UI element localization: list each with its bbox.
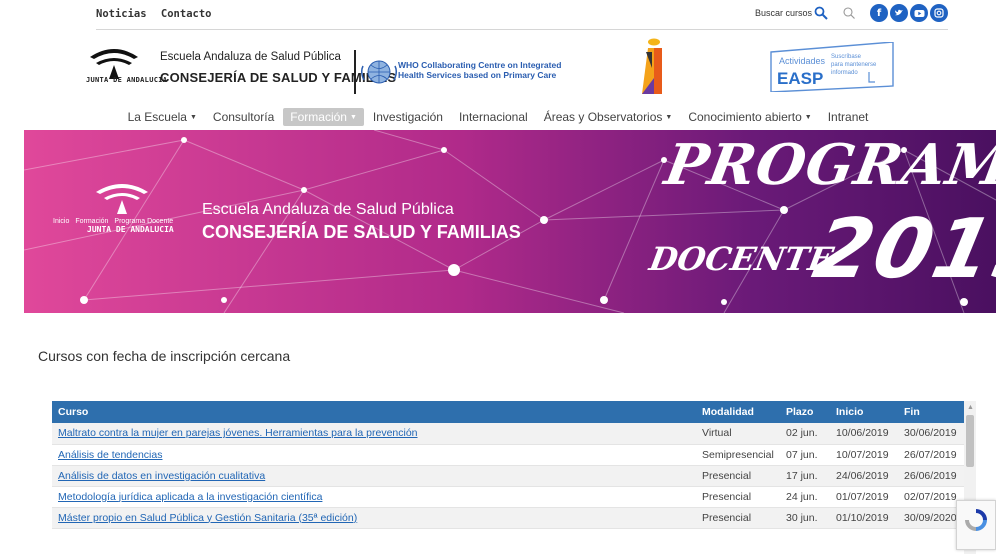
plazo-cell: 02 jun.	[780, 423, 830, 445]
logo-divider	[354, 50, 356, 94]
chevron-down-icon: ▼	[665, 114, 673, 122]
junta-text: JUNTA DE ANDALUCIA	[86, 76, 168, 84]
facebook-icon[interactable]: f	[870, 4, 888, 22]
course-link[interactable]: Análisis de tendencias	[58, 449, 162, 461]
course-link[interactable]: Análisis de datos en investigación cuali…	[58, 470, 265, 482]
banner-junta-text: JUNTA DE ANDALUCIA	[87, 225, 174, 234]
banner-consejeria: CONSEJERÍA DE SALUD Y FAMILIAS	[202, 222, 521, 242]
column-header-inicio[interactable]: Inicio	[830, 401, 898, 423]
svg-text:informado: informado	[831, 70, 858, 76]
plazo-cell: 07 jun.	[780, 444, 830, 466]
inicio-cell: 10/07/2019	[830, 444, 898, 466]
table-row: Maltrato contra la mujer en parejas jóve…	[52, 423, 964, 445]
breadcrumb: Inicio Formación Programa Docente	[53, 218, 173, 225]
table-row: Metodología jurídica aplicada a la inves…	[52, 486, 964, 508]
fin-cell: 26/06/2019	[898, 465, 964, 487]
column-header-curso[interactable]: Curso	[52, 401, 696, 423]
main-nav: La Escuela ▼ Consultoría Formación ▼ Inves…	[0, 106, 996, 128]
easp-label: EASP	[777, 69, 823, 88]
banner-escuela: Escuela Andaluza de Salud Pública	[202, 201, 454, 218]
modalidad-cell: Presencial	[696, 486, 780, 508]
nav-investigacion[interactable]: Investigación	[366, 108, 450, 126]
course-link[interactable]: Máster propio en Salud Pública y Gestión…	[58, 512, 357, 524]
link-noticias[interactable]: Noticias	[96, 8, 147, 20]
fin-cell: 02/07/2019	[898, 486, 964, 508]
nav-conocimiento-abierto[interactable]: Conocimiento abierto ▼	[681, 108, 818, 126]
search-courses-icon[interactable]	[814, 6, 828, 20]
nav-areas-observatorios[interactable]: Áreas y Observatorios ▼	[537, 108, 680, 126]
svg-text:Suscríbase: Suscríbase	[831, 54, 862, 60]
column-header-plazo[interactable]: Plazo	[780, 401, 830, 423]
instagram-icon[interactable]	[930, 4, 948, 22]
top-links: Noticias Contacto	[96, 8, 219, 20]
inicio-cell: 01/07/2019	[830, 486, 898, 508]
table-row: Máster propio en Salud Pública y Gestión…	[52, 507, 964, 529]
banner-year: 2019	[805, 202, 996, 297]
breadcrumb-inicio[interactable]: Inicio	[53, 218, 69, 225]
table-row: Análisis de datos en investigación cuali…	[52, 465, 964, 487]
modalidad-cell: Presencial	[696, 465, 780, 487]
search-courses-link[interactable]: Buscar cursos	[755, 8, 812, 18]
nav-la-escuela[interactable]: La Escuela ▼	[121, 108, 204, 126]
who-emblem-icon	[360, 60, 398, 84]
inicio-cell: 01/10/2019	[830, 507, 898, 529]
chevron-down-icon: ▼	[189, 114, 197, 122]
twitter-icon[interactable]	[890, 4, 908, 22]
nav-internacional[interactable]: Internacional	[452, 108, 535, 126]
recaptcha-badge[interactable]	[956, 500, 996, 550]
modalidad-cell: Presencial	[696, 507, 780, 529]
banner-programa: PROGRAMA	[660, 132, 996, 198]
chevron-down-icon: ▼	[804, 114, 812, 122]
i-logo[interactable]	[632, 38, 672, 96]
breadcrumb-formacion[interactable]: Formación	[75, 218, 108, 225]
nav-intranet[interactable]: Intranet	[821, 108, 876, 126]
table-header-row: Curso Modalidad Plazo Inicio Fin	[52, 401, 964, 423]
recaptcha-icon	[965, 509, 987, 531]
nav-consultoria[interactable]: Consultoría	[206, 108, 281, 126]
inicio-cell: 10/06/2019	[830, 423, 898, 445]
hero-banner: Inicio Formación Programa Docente JUNTA …	[24, 130, 996, 313]
plazo-cell: 17 jun.	[780, 465, 830, 487]
fin-cell: 30/09/2020	[898, 507, 964, 529]
modalidad-cell: Virtual	[696, 423, 780, 445]
courses-table-container: Curso Modalidad Plazo Inicio Fin Maltrat…	[52, 401, 976, 554]
who-line-2: Health Services based on Primary Care	[398, 70, 557, 80]
course-link[interactable]: Metodología jurídica aplicada a la inves…	[58, 491, 322, 503]
plazo-cell: 30 jun.	[780, 507, 830, 529]
scroll-up-arrow-icon[interactable]: ▲	[967, 404, 974, 411]
inicio-cell: 24/06/2019	[830, 465, 898, 487]
actividades-label: Actividades	[779, 56, 826, 66]
top-bar: Noticias Contacto Buscar cursos f	[96, 4, 948, 30]
table-row: Análisis de tendencias Semipresencial 07…	[52, 444, 964, 466]
banner-docente: DOCENTE	[646, 240, 837, 278]
fin-cell: 30/06/2019	[898, 423, 964, 445]
link-contacto[interactable]: Contacto	[161, 8, 212, 20]
search-icon[interactable]	[842, 6, 856, 20]
logo-row: JUNTA DE ANDALUCIA Escuela Andaluza de S…	[86, 38, 956, 102]
youtube-icon[interactable]	[910, 4, 928, 22]
fin-cell: 26/07/2019	[898, 444, 964, 466]
top-right-tools: Buscar cursos f	[755, 4, 948, 22]
actividades-easp-banner[interactable]: Actividades EASP Suscríbase para mantene…	[769, 42, 895, 92]
escuela-name: Escuela Andaluza de Salud Pública	[160, 51, 341, 63]
chevron-down-icon: ▼	[349, 114, 357, 122]
course-link[interactable]: Maltrato contra la mujer en parejas jóve…	[58, 427, 418, 439]
section-title: Cursos con fecha de inscripción cercana	[38, 348, 291, 364]
column-header-fin[interactable]: Fin	[898, 401, 964, 423]
courses-table: Curso Modalidad Plazo Inicio Fin Maltrat…	[52, 401, 964, 529]
column-header-modalidad[interactable]: Modalidad	[696, 401, 780, 423]
modalidad-cell: Semipresencial	[696, 444, 780, 466]
plazo-cell: 24 jun.	[780, 486, 830, 508]
scrollbar-thumb[interactable]	[966, 415, 974, 467]
nav-formacion[interactable]: Formación ▼	[283, 108, 364, 126]
who-line-1: WHO Collaborating Centre on Integrated	[398, 60, 562, 70]
breadcrumb-programa-docente: Programa Docente	[114, 218, 174, 225]
svg-text:para mantenerse: para mantenerse	[831, 62, 877, 68]
